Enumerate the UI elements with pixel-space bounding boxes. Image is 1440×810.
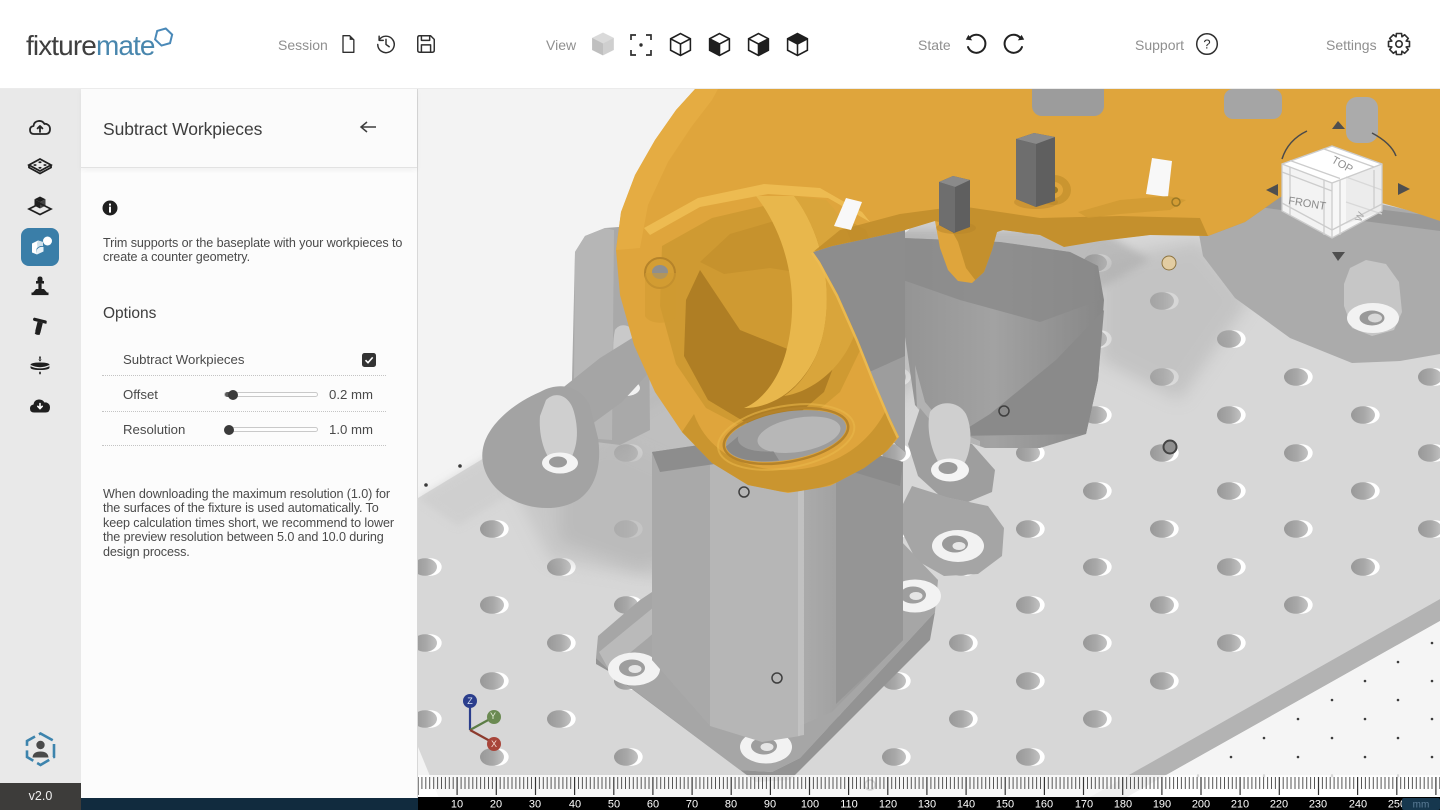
svg-text:170: 170 [1075, 799, 1093, 810]
svg-text:Y: Y [490, 711, 496, 721]
svg-text:120: 120 [879, 799, 897, 810]
svg-text:200: 200 [1192, 799, 1210, 810]
svg-text:110: 110 [840, 799, 858, 810]
svg-text:20: 20 [490, 799, 502, 810]
svg-text:Z: Z [467, 696, 473, 706]
svg-text:150: 150 [996, 799, 1014, 810]
svg-text:190: 190 [1153, 799, 1171, 810]
svg-text:50: 50 [608, 799, 620, 810]
svg-text:30: 30 [529, 799, 541, 810]
svg-text:180: 180 [1114, 799, 1132, 810]
svg-text:40: 40 [569, 799, 581, 810]
svg-text:220: 220 [1270, 799, 1288, 810]
svg-text:10: 10 [451, 799, 463, 810]
svg-text:?: ? [1203, 37, 1210, 52]
svg-text:160: 160 [1035, 799, 1053, 810]
svg-text:100: 100 [801, 799, 819, 810]
svg-text:80: 80 [725, 799, 737, 810]
svg-text:210: 210 [1231, 799, 1249, 810]
svg-text:mm: mm [1413, 800, 1430, 810]
svg-text:240: 240 [1349, 799, 1367, 810]
svg-text:60: 60 [647, 799, 659, 810]
svg-text:140: 140 [957, 799, 975, 810]
svg-text:230: 230 [1309, 799, 1327, 810]
svg-text:X: X [491, 739, 497, 749]
svg-text:130: 130 [918, 799, 936, 810]
svg-text:90: 90 [764, 799, 776, 810]
svg-text:70: 70 [686, 799, 698, 810]
